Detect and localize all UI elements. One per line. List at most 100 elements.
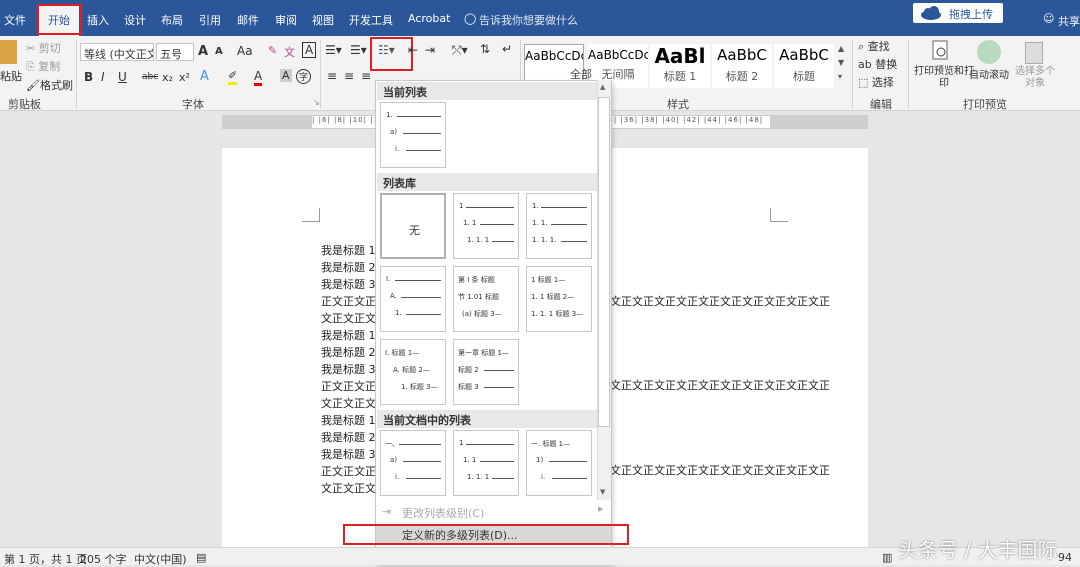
chinese-layout-icon[interactable]: ⤲▾ [452, 43, 468, 58]
read-mode-icon[interactable]: ▥ [882, 551, 892, 564]
list-tile-numeric[interactable]: 1 1. 1 1. 1. 1 [453, 193, 519, 259]
document-line[interactable]: 我是标题 3 [321, 361, 376, 377]
replace-button[interactable]: ab 替换 [858, 56, 897, 72]
tab-layout[interactable]: 布局 [161, 12, 183, 28]
styles-scroll-up-icon[interactable]: ▲ [838, 44, 844, 53]
tab-design[interactable]: 设计 [124, 12, 146, 28]
increase-indent-icon[interactable]: ⇥ [425, 43, 435, 57]
list-tile-none[interactable]: 无 [380, 193, 446, 259]
list-tile-article-section[interactable]: 第 Ⅰ 条 标题 节 1.01 标题 (a) 标题 3— [453, 266, 519, 332]
document-line[interactable]: 我是标题 2 [321, 259, 376, 275]
bullets-icon[interactable]: ☰▾ [325, 43, 342, 57]
select-multiple-button[interactable]: 选择多个对象 [1014, 66, 1056, 90]
tab-acrobat[interactable]: Acrobat [408, 12, 450, 25]
tab-references[interactable]: 引用 [199, 12, 221, 28]
character-border-icon[interactable]: A [302, 42, 317, 58]
change-list-level-item[interactable]: ⇥ 更改列表级别(C) ▶ [376, 502, 611, 522]
format-painter-button[interactable]: 🖌格式刷 [26, 77, 73, 93]
paste-icon[interactable] [0, 40, 17, 64]
document-line[interactable]: 我是标题 1 [321, 412, 376, 428]
auto-scroll-button[interactable]: 自动滚动 [969, 66, 1009, 81]
align-right-icon[interactable]: ≡ [361, 69, 371, 83]
list-tile-heading-numeric[interactable]: 1 标题 1— 1. 1 标题 2— 1. 1. 1 标题 3— [526, 266, 592, 332]
document-line[interactable]: 我是标题 2 [321, 429, 376, 445]
tab-mailings[interactable]: 邮件 [237, 12, 259, 28]
find-button[interactable]: ⌕ 查找 [858, 38, 890, 54]
list-tile-chapter[interactable]: 第一章 标题 1— 标题 2 标题 3 [453, 339, 519, 405]
list-tile-heading-roman[interactable]: I. 标题 1— A. 标题 2— 1. 标题 3— [380, 339, 446, 405]
document-line[interactable]: 我是标题 3 [321, 446, 376, 462]
align-center-icon[interactable]: ≡ [344, 69, 354, 83]
list-tile-current[interactable]: 1. a) i. [380, 102, 446, 168]
document-line[interactable]: 我是标题 3 [321, 276, 376, 292]
list-tile-doc-chinese[interactable]: 一、 a) i. [380, 430, 446, 496]
dialog-launcher-icon[interactable]: ↘ [313, 98, 320, 107]
macro-icon[interactable]: ▤ [196, 551, 206, 564]
list-tile-numeric-dot[interactable]: 1. 1. 1. 1. 1. 1. [526, 193, 592, 259]
highlight-color-icon[interactable]: ✐ [228, 69, 238, 85]
subscript-button[interactable]: x₂ [162, 71, 173, 84]
list-tile-doc-heading[interactable]: 一. 标题 1— 1) i. [526, 430, 592, 496]
text-effect-button[interactable]: A [200, 69, 209, 84]
document-line[interactable]: 文正文正文正文正文正文正文正文正文正文正 [610, 462, 830, 478]
document-line[interactable]: 我是标题 2 [321, 344, 376, 360]
style-heading-2[interactable]: AaBbC 标题 2 [712, 44, 772, 88]
user-icon[interactable]: ☺ [1043, 12, 1054, 25]
superscript-button[interactable]: x² [179, 71, 190, 84]
font-size-select[interactable]: 五号 [156, 43, 194, 61]
tab-developer[interactable]: 开发工具 [349, 12, 393, 28]
document-line[interactable]: 文正文正文 [321, 480, 376, 496]
show-marks-icon[interactable]: ↵ [502, 42, 512, 56]
title-bar: 文件 开始 插入 设计 布局 引用 邮件 审阅 视图 开发工具 Acrobat … [0, 0, 1080, 36]
styles-expand-icon[interactable]: ▾ [838, 72, 842, 81]
paste-button[interactable]: 粘贴 [0, 68, 22, 84]
scroll-up-icon[interactable]: ▲ [600, 83, 605, 91]
copy-button[interactable]: ⎘ 复制 [26, 58, 60, 74]
decrease-indent-icon[interactable]: ⇤ [408, 43, 418, 57]
print-preview-button[interactable]: 打印预览和打印 [913, 66, 975, 90]
style-heading-1[interactable]: AaBl 标题 1 [650, 44, 710, 88]
list-tile-roman[interactable]: I. A. 1. [380, 266, 446, 332]
grow-font-button[interactable]: A [198, 44, 208, 59]
shrink-font-button[interactable]: A [215, 46, 223, 57]
bold-button[interactable]: B [84, 70, 93, 84]
document-line[interactable]: 文正文正文 [321, 395, 376, 411]
select-objects-icon[interactable] [1025, 42, 1043, 64]
document-line[interactable]: 文正文正文正文正文正文正文正文正文正文正 [610, 377, 830, 393]
cut-button[interactable]: ✂ 剪切 [26, 40, 61, 56]
tab-review[interactable]: 审阅 [275, 12, 297, 28]
select-button[interactable]: ⬚ 选择 [858, 74, 894, 90]
style-title[interactable]: AaBbC 标题 [774, 44, 834, 88]
document-line[interactable]: 我是标题 1 [321, 242, 376, 258]
zoom-level[interactable]: 94 [1058, 551, 1072, 564]
auto-scroll-icon[interactable] [977, 40, 1001, 64]
document-line[interactable]: 文正文正文 [321, 310, 376, 326]
tab-view[interactable]: 视图 [312, 12, 334, 28]
upload-button[interactable]: 拖拽上传 [913, 3, 1003, 23]
italic-button[interactable]: I [101, 70, 105, 84]
print-preview-icon[interactable] [930, 40, 952, 64]
phonetic-icon[interactable]: 文 [284, 44, 295, 60]
sort-icon[interactable]: ⇅ [480, 42, 490, 56]
font-color-button[interactable]: A [254, 69, 263, 86]
change-case-button[interactable]: Aa [237, 44, 253, 58]
find-icon: ⌕ [858, 40, 865, 53]
tell-me-input[interactable]: 告诉我你想要做什么 [479, 12, 578, 28]
styles-scroll-down-icon[interactable]: ▼ [838, 58, 844, 67]
share-label[interactable]: 共享 [1058, 13, 1080, 29]
document-line[interactable]: 我是标题 1 [321, 327, 376, 343]
enclose-character-icon[interactable]: 字 [296, 69, 312, 84]
strikethrough-button[interactable]: abc [142, 72, 158, 82]
document-line[interactable]: 文正文正文正文正文正文正文正文正文正文正 [610, 293, 830, 309]
dropdown-scroll-thumb[interactable] [598, 97, 610, 427]
underline-button[interactable]: U [118, 70, 127, 84]
numbering-icon[interactable]: ☰▾ [350, 43, 367, 57]
tab-insert[interactable]: 插入 [87, 12, 109, 28]
character-shading-button[interactable]: A [280, 69, 292, 82]
align-left-icon[interactable]: ≡ [327, 69, 337, 83]
font-name-select[interactable]: 等线 (中文正文) [80, 43, 154, 61]
clear-format-icon[interactable]: ✎ [268, 44, 277, 57]
tab-file[interactable]: 文件 [4, 12, 26, 28]
list-tile-doc-numeric[interactable]: 1 1. 1 1. 1. 1 [453, 430, 519, 496]
scroll-down-icon[interactable]: ▼ [600, 488, 605, 496]
